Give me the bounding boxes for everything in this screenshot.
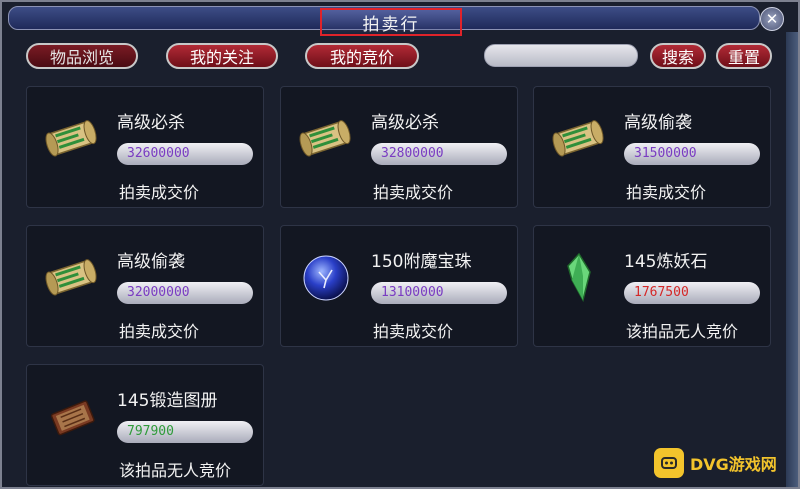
watermark: DVG游戏网: [654, 448, 777, 478]
item-price: 31500000: [624, 143, 760, 165]
auction-item-card[interactable]: 145锻造图册 797900 该拍品无人竞价: [26, 364, 264, 486]
window-title: 拍卖行: [320, 8, 462, 36]
auction-item-card[interactable]: 高级偷袭 32000000 拍卖成交价: [26, 225, 264, 347]
auction-item-card[interactable]: 150附魔宝珠 13100000 拍卖成交价: [280, 225, 518, 347]
item-status: 拍卖成交价: [373, 183, 454, 202]
item-status: 拍卖成交价: [626, 183, 707, 202]
tab-browse-items[interactable]: 物品浏览: [26, 43, 138, 69]
tab-my-bids[interactable]: 我的竞价: [305, 43, 419, 69]
item-status: 该拍品无人竞价: [626, 322, 739, 341]
watermark-text: DVG游戏网: [690, 455, 777, 474]
item-price: 1767500: [624, 282, 760, 304]
search-input[interactable]: [484, 44, 638, 67]
item-price: 32600000: [117, 143, 253, 165]
item-status: 该拍品无人竞价: [119, 461, 232, 480]
item-status: 拍卖成交价: [119, 322, 200, 341]
item-name: 高级偷袭: [624, 113, 692, 133]
auction-item-card[interactable]: 高级必杀 32800000 拍卖成交价: [280, 86, 518, 208]
item-status: 拍卖成交价: [119, 183, 200, 202]
auction-item-card[interactable]: 高级必杀 32600000 拍卖成交价: [26, 86, 264, 208]
item-price: 13100000: [371, 282, 507, 304]
reset-button[interactable]: 重置: [716, 43, 772, 69]
item-price: 32800000: [371, 143, 507, 165]
item-price: 32000000: [117, 282, 253, 304]
side-frame: [786, 32, 798, 487]
item-price: 797900: [117, 421, 253, 443]
auction-window: 拍卖行 ✕ 物品浏览 我的关注 我的竞价 搜索 重置 高级必杀 32600000 拍…: [0, 0, 800, 489]
search-button[interactable]: 搜索: [650, 43, 706, 69]
scroll-icon: [43, 252, 101, 302]
item-name: 145炼妖石: [624, 252, 708, 272]
tab-my-watchlist[interactable]: 我的关注: [166, 43, 278, 69]
item-name: 高级偷袭: [117, 252, 185, 272]
close-button[interactable]: ✕: [760, 7, 784, 31]
auction-item-card[interactable]: 145炼妖石 1767500 该拍品无人竞价: [533, 225, 771, 347]
scroll-icon: [297, 113, 355, 163]
item-name: 145锻造图册: [117, 391, 218, 411]
orb-icon: [297, 252, 355, 302]
book-icon: [43, 391, 101, 441]
item-name: 高级必杀: [117, 113, 185, 133]
item-name: 高级必杀: [371, 113, 439, 133]
item-status: 拍卖成交价: [373, 322, 454, 341]
auction-item-card[interactable]: 高级偷袭 31500000 拍卖成交价: [533, 86, 771, 208]
close-icon: ✕: [765, 10, 779, 28]
scroll-icon: [550, 113, 608, 163]
scroll-icon: [43, 113, 101, 163]
watermark-logo-icon: [654, 448, 684, 478]
crystal-icon: [550, 252, 608, 303]
item-name: 150附魔宝珠: [371, 252, 472, 272]
